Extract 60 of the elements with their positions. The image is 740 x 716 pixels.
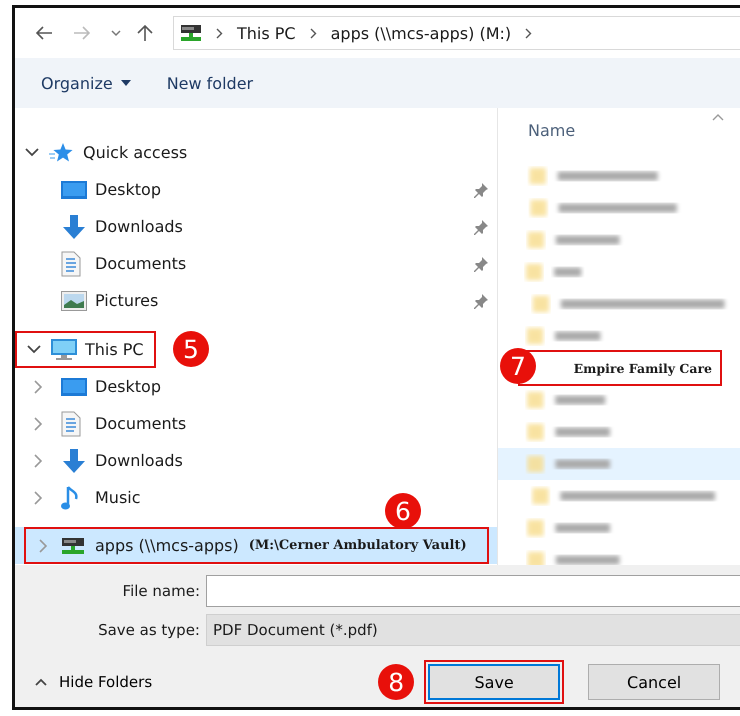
selected-tree-item[interactable]: apps (\\mcs-apps) (M:\Cerner Ambulatory Vault)	[15, 527, 497, 564]
pin-icon[interactable]	[473, 218, 489, 234]
dialog-button[interactable]: Save	[428, 664, 560, 700]
column-header[interactable]: Name	[528, 120, 576, 140]
chevron-down-icon[interactable]	[111, 30, 121, 36]
down-arrow-icon	[61, 448, 87, 474]
address-bar[interactable]: This PC apps (\\mcs-apps) (M:)	[173, 16, 740, 50]
tree-item-label[interactable]: Documents	[95, 254, 196, 273]
tree-item-label[interactable]: Desktop	[95, 377, 171, 396]
chevron-down-icon[interactable]	[27, 345, 41, 354]
field-label: Save as type:	[97, 621, 201, 639]
chevron-up-icon	[35, 678, 47, 686]
caret-icon	[120, 80, 131, 86]
pin-icon[interactable]	[473, 256, 489, 272]
toolbar-button[interactable]: Organize	[33, 68, 139, 98]
toolbar-button[interactable]: New folder	[158, 68, 262, 98]
pin-icon[interactable]	[473, 182, 489, 198]
document-icon	[61, 250, 81, 276]
chevron-down-icon[interactable]	[25, 148, 39, 157]
pin-icon[interactable]	[473, 292, 489, 308]
callout-number: 7	[500, 348, 536, 384]
chevron-right-icon[interactable]	[216, 28, 223, 38]
back-icon[interactable]	[35, 26, 53, 40]
callout-number: 8	[378, 664, 414, 700]
callout-number: 5	[173, 331, 209, 367]
tree-item-label[interactable]: This PC	[85, 340, 154, 359]
down-arrow-icon	[61, 214, 87, 240]
tree-item-label[interactable]: Pictures	[95, 291, 168, 310]
drive-icon	[180, 23, 202, 43]
breadcrumb[interactable]: This PC	[237, 24, 296, 42]
up-icon[interactable]	[137, 24, 153, 42]
tree-item-label[interactable]: Music	[95, 488, 151, 507]
document-icon	[61, 410, 81, 436]
star-icon	[49, 142, 73, 164]
dialog-button[interactable]: Cancel	[588, 664, 720, 700]
music-note-icon	[61, 484, 79, 510]
save-type-dropdown[interactable]: PDF Document (*.pdf)	[206, 614, 740, 646]
tree-item-label[interactable]: Desktop	[95, 180, 171, 199]
desktop-icon	[61, 376, 87, 396]
folder-name[interactable]: Empire Family Care	[574, 360, 712, 376]
selected-file-row[interactable]	[498, 448, 740, 480]
drive-icon	[61, 536, 85, 556]
file-name-field[interactable]	[206, 575, 740, 607]
tree-item-label[interactable]: Quick access	[83, 143, 198, 162]
sort-up-icon	[712, 114, 724, 121]
annotation-text: (M:\Cerner Ambulatory Vault)	[248, 538, 467, 553]
tree-item-label[interactable]: Downloads	[95, 451, 193, 470]
desktop-icon	[61, 180, 87, 200]
hide-folders-button[interactable]: Hide Folders	[31, 669, 156, 695]
breadcrumb[interactable]: apps (\\mcs-apps) (M:)	[330, 24, 512, 42]
forward-icon[interactable]	[73, 26, 91, 40]
tree-item-label[interactable]: Documents	[95, 414, 196, 433]
tree-item-label[interactable]: Downloads	[95, 217, 193, 236]
chevron-right-icon[interactable]	[310, 28, 317, 38]
field-label: File name:	[122, 582, 201, 600]
monitor-icon	[51, 338, 77, 360]
picture-icon	[61, 290, 87, 310]
chevron-right-icon[interactable]	[525, 28, 532, 38]
callout-number: 6	[385, 493, 421, 529]
tree-item-label[interactable]: apps (\\mcs-apps)	[95, 536, 249, 555]
